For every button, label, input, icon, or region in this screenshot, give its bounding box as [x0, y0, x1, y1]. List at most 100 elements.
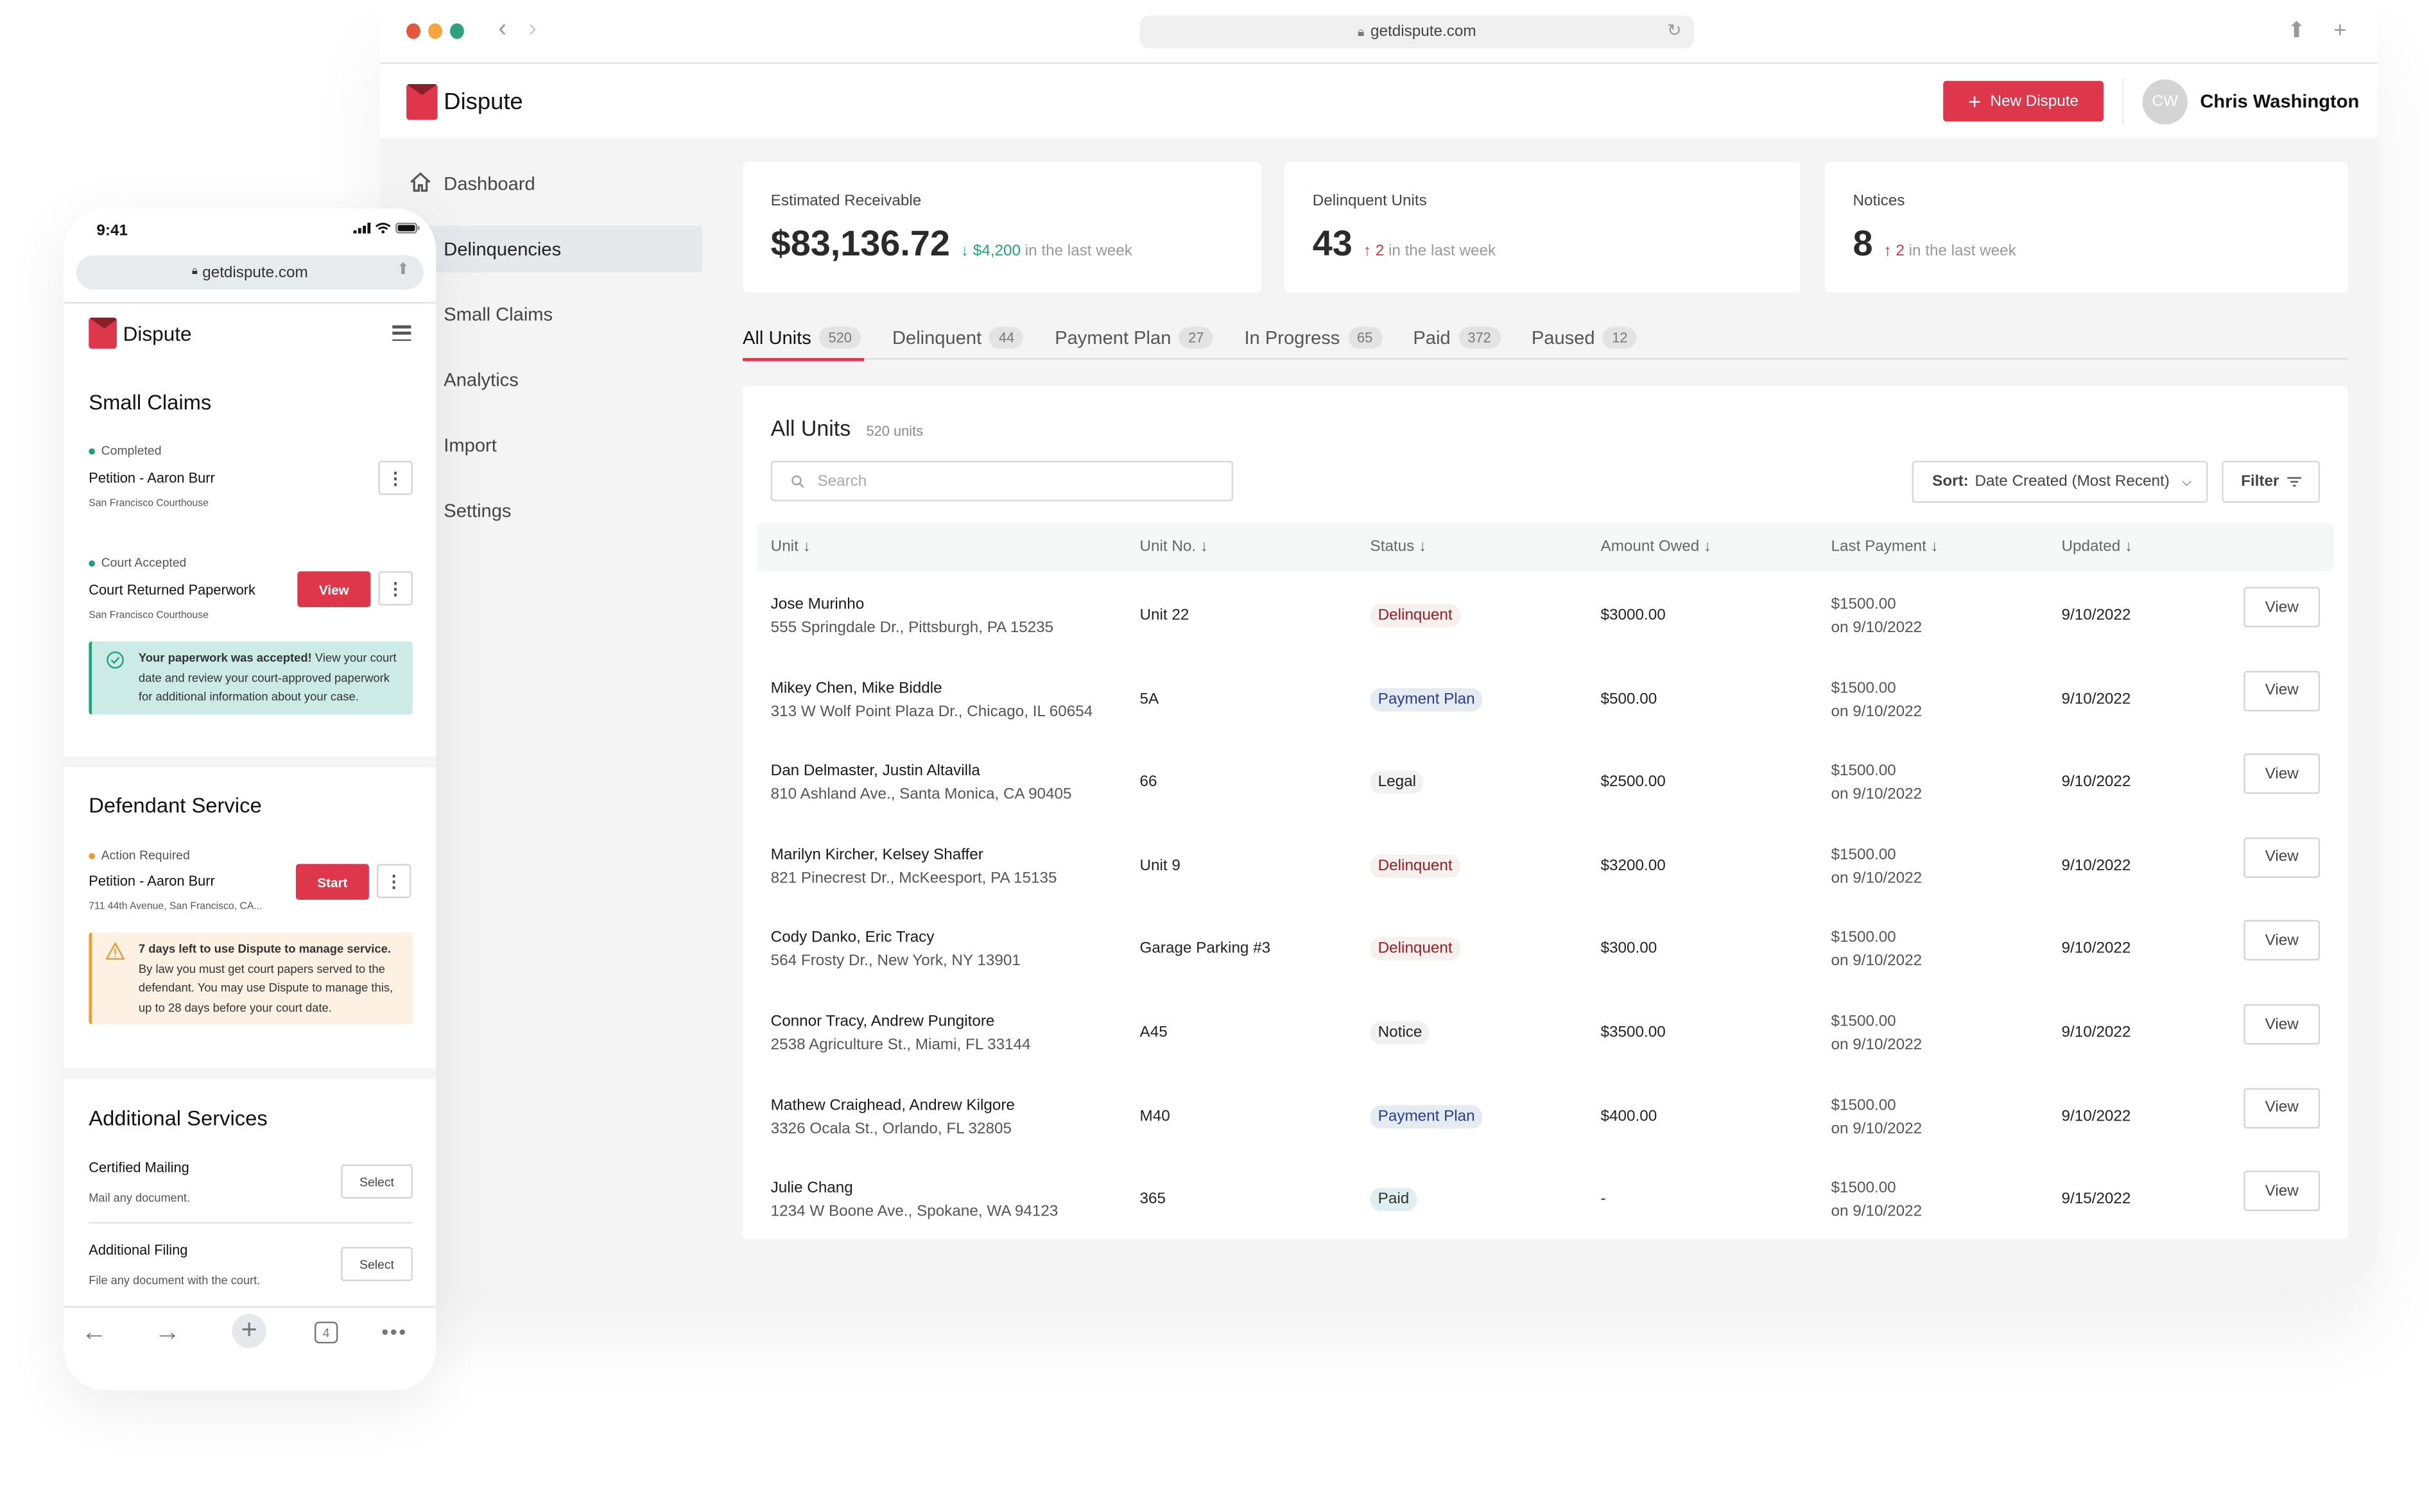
- tab-in-progress[interactable]: In Progress 65: [1244, 319, 1385, 356]
- sidebar-item-label: Analytics: [444, 368, 519, 391]
- column-header-amount-owed[interactable]: Amount Owed ↓: [1601, 538, 1712, 556]
- back-icon[interactable]: ‹: [498, 15, 506, 44]
- new-dispute-button[interactable]: + New Dispute: [1943, 81, 2104, 122]
- sort-dropdown[interactable]: Sort: Date Created (Most Recent) ⌵: [1912, 460, 2208, 503]
- column-header-updated[interactable]: Updated ↓: [2061, 538, 2132, 556]
- hamburger-menu-icon[interactable]: [392, 325, 411, 341]
- service-title: Additional Filing: [89, 1242, 188, 1258]
- sidebar-item-dashboard[interactable]: Dashboard: [380, 160, 702, 207]
- logo-icon: [89, 317, 117, 349]
- service-description: File any document with the court.: [89, 1273, 261, 1287]
- service-title: Certified Mailing: [89, 1160, 189, 1176]
- view-unit-button[interactable]: View: [2243, 920, 2321, 961]
- case-title: Court Returned Paperwork: [89, 582, 255, 598]
- delta-text: in the last week: [1388, 243, 1496, 261]
- service-description: Mail any document.: [89, 1190, 191, 1205]
- mobile-logo[interactable]: Dispute: [89, 317, 192, 349]
- unit-number: Garage Parking #3: [1139, 941, 1271, 958]
- status-dot-icon: [89, 852, 95, 859]
- case-address: 711 44th Avenue, San Francisco, CA...: [89, 901, 263, 913]
- column-header-last-payment[interactable]: Last Payment ↓: [1831, 538, 1939, 556]
- last-payment-amount: $1500.00: [1831, 930, 1896, 947]
- stat-delta: ↓ $4,200 in the last week: [961, 243, 1132, 260]
- select-certified-mailing-button[interactable]: Select: [341, 1164, 413, 1199]
- tab-all-units[interactable]: All Units 520: [743, 319, 865, 361]
- tenant-name: Marilyn Kircher, Kelsey Shaffer: [770, 846, 983, 864]
- view-unit-button[interactable]: View: [2243, 670, 2321, 711]
- tabs-count-icon[interactable]: 4: [314, 1321, 338, 1344]
- table-row: Julie Chang 1234 W Boone Ave., Spokane, W…: [743, 1171, 2348, 1264]
- tab-payment-plan[interactable]: Payment Plan 27: [1055, 319, 1216, 356]
- column-header-unit[interactable]: Unit ↓: [771, 538, 811, 556]
- url-text: getdispute.com: [1370, 23, 1476, 41]
- more-options-button[interactable]: ⋮: [376, 864, 411, 898]
- tab-paid[interactable]: Paid 372: [1413, 319, 1503, 356]
- tab-delinquent[interactable]: Delinquent 44: [892, 319, 1027, 356]
- start-service-button[interactable]: Start: [295, 864, 369, 900]
- last-payment-date: on 9/10/2022: [1831, 786, 1923, 804]
- tab-label: In Progress: [1244, 327, 1340, 349]
- brand-name: Dispute: [444, 89, 523, 116]
- column-header-status[interactable]: Status ↓: [1370, 538, 1427, 556]
- forward-arrow-icon[interactable]: →: [154, 1317, 180, 1348]
- tab-paused[interactable]: Paused 12: [1532, 319, 1640, 356]
- status-badge: Payment Plan: [1370, 1104, 1483, 1128]
- table-row: Connor Tracy, Andrew Pungitore 2538 Agric…: [743, 1004, 2348, 1097]
- filter-tabs: All Units 520 Delinquent 44 Payment Plan…: [743, 319, 2348, 361]
- updated-date: 9/15/2022: [2061, 1191, 2131, 1208]
- view-unit-button[interactable]: View: [2243, 587, 2321, 628]
- stat-card-estimated-receivable: Estimated Receivable $83,136.72 ↓ $4,200…: [743, 162, 1261, 293]
- tab-count: 27: [1179, 327, 1213, 349]
- delta-text: in the last week: [1908, 243, 2016, 261]
- filter-button[interactable]: Filter: [2222, 460, 2321, 503]
- stat-value: 43: [1312, 222, 1353, 263]
- close-window-button[interactable]: [406, 23, 420, 39]
- table-head: Unit ↓ Unit No. ↓ Status ↓ Amount Owed ↓…: [756, 523, 2334, 572]
- search-field[interactable]: [770, 460, 1234, 502]
- new-tab-icon[interactable]: +: [2334, 17, 2347, 44]
- view-unit-button[interactable]: View: [2243, 1171, 2321, 1212]
- logo[interactable]: Dispute: [406, 83, 523, 120]
- lock-icon: 🔒︎: [1358, 24, 1365, 39]
- reload-icon[interactable]: ↻: [1667, 21, 1681, 40]
- tab-count: 372: [1458, 327, 1501, 349]
- success-alert: Your paperwork was accepted! View your c…: [89, 641, 413, 714]
- table-row: Cody Danko, Eric Tracy 564 Frosty Dr., Ne…: [743, 920, 2348, 1014]
- minimize-window-button[interactable]: [428, 23, 442, 39]
- status-cell: Delinquent: [1370, 604, 1460, 628]
- view-unit-button[interactable]: View: [2243, 837, 2321, 878]
- stat-card-delinquent-units: Delinquent Units 43 ↑ 2 in the last week: [1284, 162, 1800, 293]
- more-options-button[interactable]: ⋮: [378, 460, 413, 495]
- view-paperwork-button[interactable]: View: [297, 571, 371, 607]
- section-divider: [64, 756, 437, 768]
- forward-icon[interactable]: ›: [528, 15, 537, 44]
- view-unit-button[interactable]: View: [2243, 1087, 2321, 1128]
- search-input[interactable]: [814, 470, 1204, 492]
- tab-label: All Units: [743, 327, 811, 349]
- sidebar-item-label: Delinquencies: [444, 238, 562, 261]
- delta-value: 2: [1896, 243, 1905, 261]
- back-arrow-icon[interactable]: ←: [81, 1317, 107, 1348]
- maximize-window-button[interactable]: [449, 23, 464, 39]
- table-row: Mathew Craighead, Andrew Kilgore 3326 Oca…: [743, 1087, 2348, 1181]
- more-options-button[interactable]: ⋮: [378, 571, 413, 606]
- more-dots-icon[interactable]: •••: [381, 1317, 407, 1348]
- view-unit-button[interactable]: View: [2243, 1004, 2321, 1045]
- last-payment-amount: $1500.00: [1831, 680, 1896, 697]
- mobile-address-bar[interactable]: 🔒︎ getdispute.com ⬆︎: [76, 255, 424, 290]
- column-header-unit-no[interactable]: Unit No. ↓: [1140, 538, 1208, 556]
- check-circle-icon: [107, 651, 124, 669]
- unit-number: Unit 22: [1139, 606, 1189, 624]
- share-icon[interactable]: ⬆︎: [397, 262, 410, 279]
- unit-number: 365: [1139, 1191, 1166, 1208]
- select-additional-filing-button[interactable]: Select: [341, 1246, 413, 1282]
- status-badge: Delinquent: [1370, 938, 1460, 961]
- address-bar[interactable]: 🔒︎ getdispute.com ↻: [1139, 15, 1695, 49]
- arrow-up-icon: ↑: [1363, 243, 1371, 261]
- user-menu[interactable]: CW Chris Washington: [2122, 78, 2359, 125]
- new-tab-plus-icon[interactable]: +: [232, 1314, 266, 1348]
- view-unit-button[interactable]: View: [2243, 753, 2321, 795]
- updated-date: 9/10/2022: [2061, 857, 2131, 875]
- last-payment-amount: $1500.00: [1831, 596, 1896, 614]
- share-icon[interactable]: ⬆︎: [2287, 17, 2305, 44]
